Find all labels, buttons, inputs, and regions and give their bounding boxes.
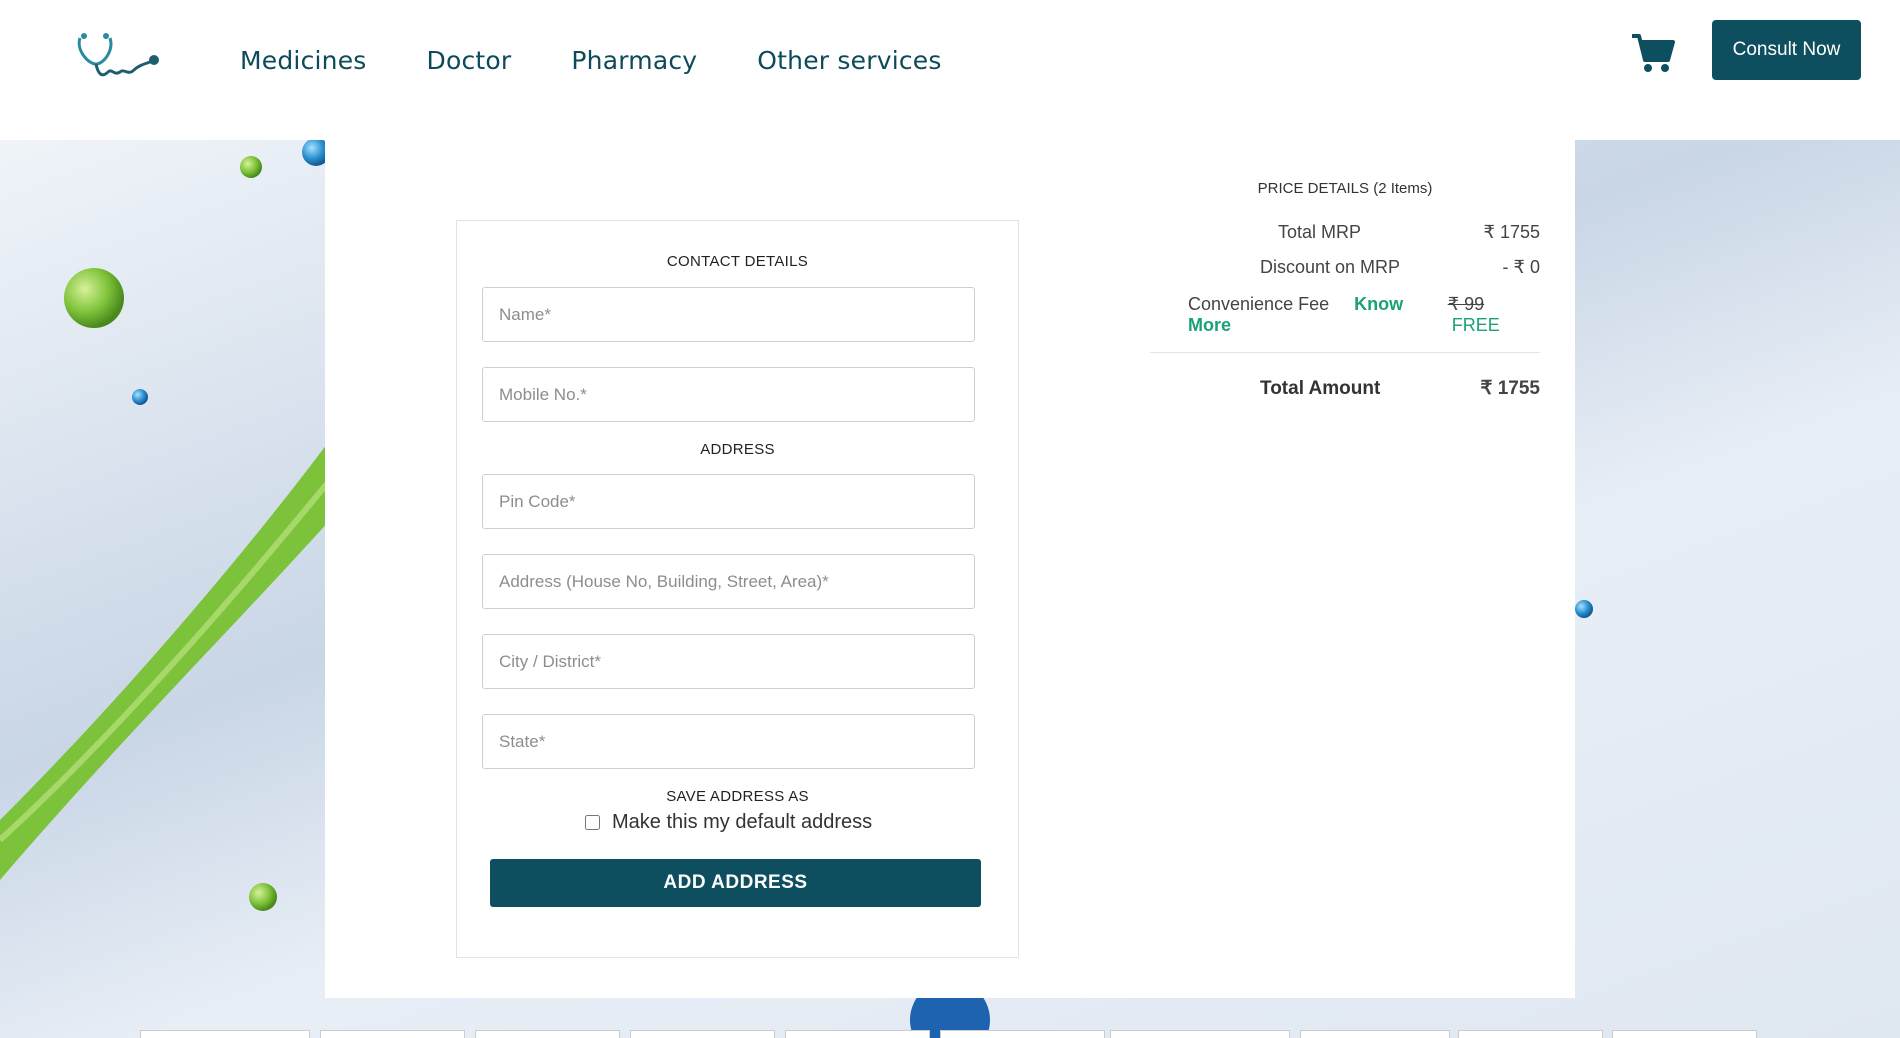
footer-tab[interactable] xyxy=(140,1030,310,1038)
convenience-fee-row: Convenience Fee Know More ₹ 99 FREE xyxy=(1150,294,1540,335)
mobile-field[interactable] xyxy=(482,367,975,422)
convenience-fee-value: ₹ 99 FREE xyxy=(1448,294,1540,336)
cart-icon[interactable] xyxy=(1630,30,1676,76)
nav-doctor[interactable]: Doctor xyxy=(427,46,512,75)
state-field[interactable] xyxy=(482,714,975,769)
add-address-button[interactable]: ADD ADDRESS xyxy=(490,859,981,907)
pincode-field[interactable] xyxy=(482,474,975,529)
default-address-checkbox[interactable] xyxy=(585,815,600,830)
total-amount-label: Total Amount xyxy=(1260,377,1381,399)
discount-label: Discount on MRP xyxy=(1260,257,1401,277)
footer-tab[interactable] xyxy=(785,1030,930,1038)
default-address-row[interactable]: Make this my default address xyxy=(585,811,872,834)
name-field[interactable] xyxy=(482,287,975,342)
total-mrp-value: ₹ 1755 xyxy=(1483,222,1541,242)
discount-value: - ₹ 0 xyxy=(1502,257,1540,277)
total-amount-row: Total Amount ₹ 1755 xyxy=(1150,371,1540,406)
convenience-fee-free: FREE xyxy=(1451,314,1500,335)
consult-now-button[interactable]: Consult Now xyxy=(1712,20,1861,80)
stethoscope-logo-icon[interactable] xyxy=(74,28,160,88)
nav-pharmacy[interactable]: Pharmacy xyxy=(571,46,697,75)
footer-tab[interactable] xyxy=(1300,1030,1450,1038)
footer-tab[interactable] xyxy=(630,1030,775,1038)
address-form-card: CONTACT DETAILS ADDRESS SAVE ADDRESS AS … xyxy=(456,220,1019,958)
site-header: Medicines Doctor Pharmacy Other services… xyxy=(0,0,1900,140)
address-field[interactable] xyxy=(482,554,975,609)
footer-tab[interactable] xyxy=(1458,1030,1603,1038)
price-details: PRICE DETAILS (2 Items) Total MRP ₹ 1755… xyxy=(1150,180,1540,406)
save-address-heading: SAVE ADDRESS AS xyxy=(666,788,809,805)
default-address-label: Make this my default address xyxy=(612,811,873,833)
footer-tab[interactable] xyxy=(940,1030,1105,1038)
address-heading: ADDRESS xyxy=(700,441,775,458)
footer-tab[interactable] xyxy=(1612,1030,1757,1038)
main-nav: Medicines Doctor Pharmacy Other services xyxy=(240,46,1002,75)
nav-other-services[interactable]: Other services xyxy=(757,46,941,75)
price-divider xyxy=(1150,352,1540,353)
price-details-title: PRICE DETAILS (2 Items) xyxy=(1257,180,1433,197)
footer-tab[interactable] xyxy=(475,1030,620,1038)
total-mrp-row: Total MRP ₹ 1755 xyxy=(1150,215,1540,250)
convenience-fee-old: ₹ 99 xyxy=(1447,293,1485,314)
convenience-fee-group: Convenience Fee Know More xyxy=(1150,294,1448,336)
total-amount-value: ₹ 1755 xyxy=(1480,378,1540,399)
footer-tab[interactable] xyxy=(320,1030,465,1038)
convenience-fee-label: Convenience Fee xyxy=(1188,293,1330,314)
city-field[interactable] xyxy=(482,634,975,689)
nav-medicines[interactable]: Medicines xyxy=(240,46,367,75)
contact-details-heading: CONTACT DETAILS xyxy=(666,253,809,270)
total-mrp-label: Total MRP xyxy=(1278,222,1362,242)
footer-tab[interactable] xyxy=(1110,1030,1290,1038)
discount-row: Discount on MRP - ₹ 0 xyxy=(1150,250,1540,285)
